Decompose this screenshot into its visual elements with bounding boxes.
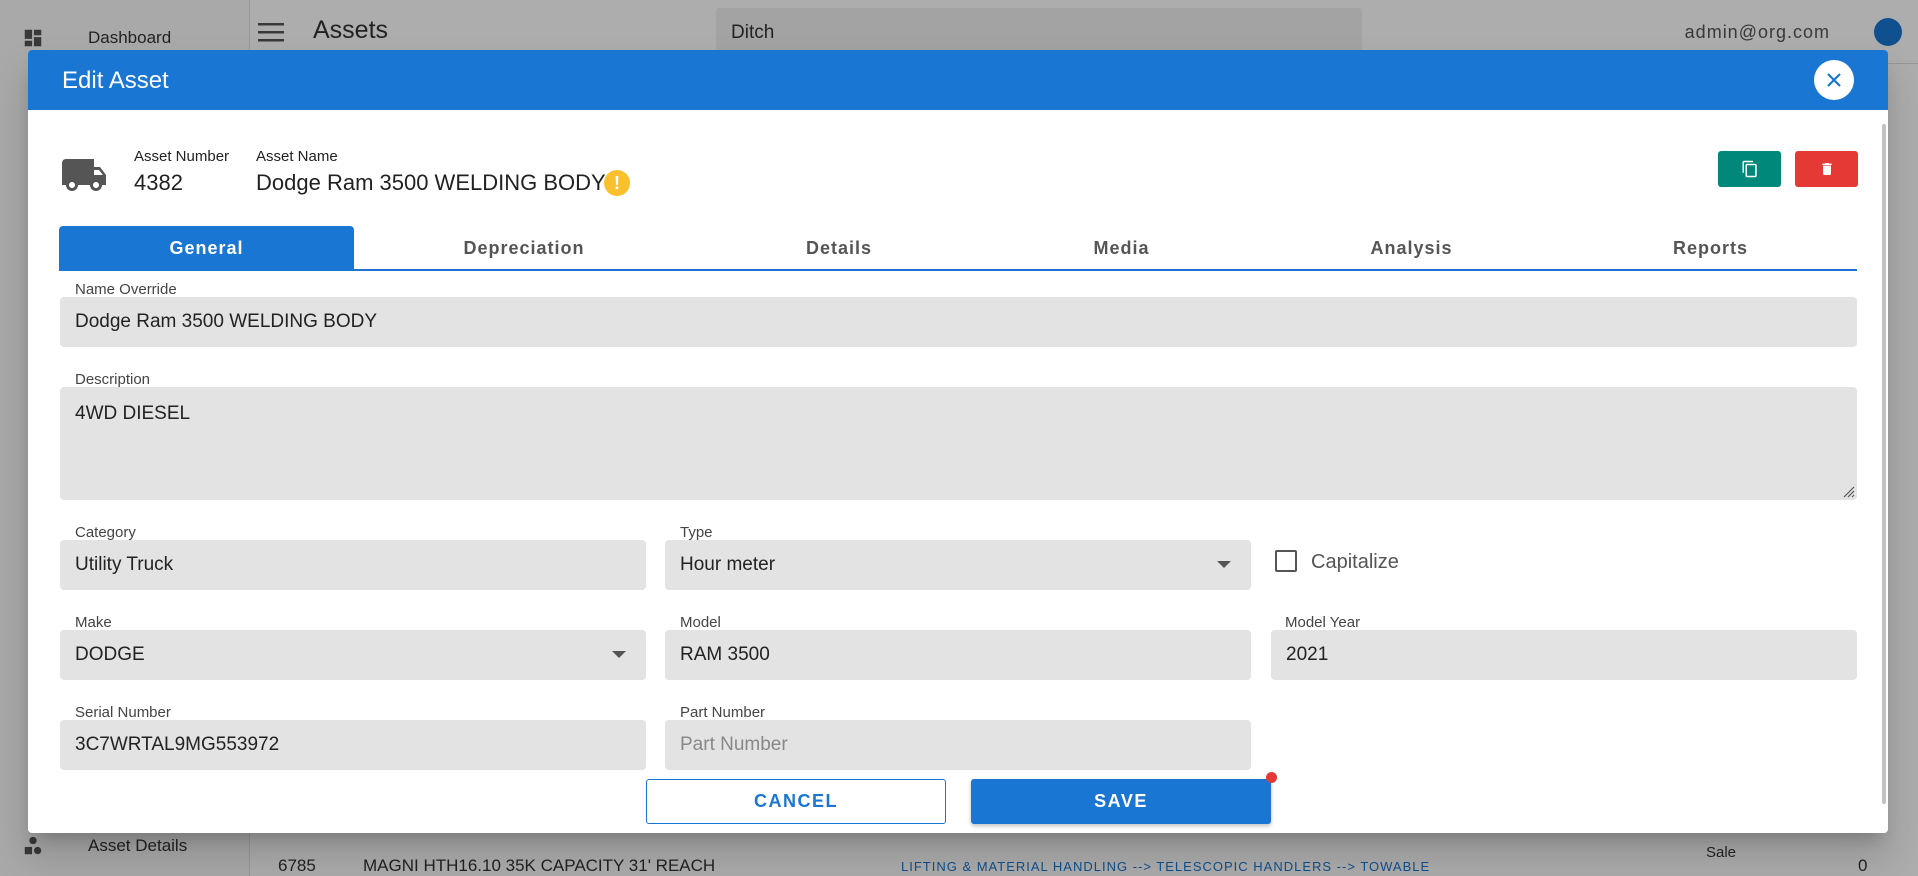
category-label: Category [75, 524, 136, 541]
description-field[interactable]: 4WD DIESEL [60, 387, 1857, 500]
cancel-button[interactable]: CANCEL [646, 779, 946, 824]
type-select[interactable]: Hour meter [665, 540, 1251, 590]
chevron-down-icon [612, 651, 626, 658]
trash-icon [1821, 163, 1832, 175]
asset-name-value: Dodge Ram 3500 WELDING BODY [256, 170, 606, 195]
edit-asset-dialog: Edit Asset Asset Number 4382 Asset Name … [28, 50, 1888, 833]
make-label: Make [75, 614, 112, 631]
chevron-down-icon [1217, 561, 1231, 568]
capitalize-label[interactable]: Capitalize [1311, 551, 1399, 574]
tab-media[interactable]: Media [984, 226, 1259, 270]
model-year-field[interactable]: 2021 [1271, 630, 1857, 680]
capitalize-checkbox[interactable] [1275, 550, 1297, 572]
tab-bar: General Depreciation Details Media Analy… [59, 226, 1857, 271]
model-year-label: Model Year [1285, 614, 1361, 631]
description-value: 4WD DIESEL [75, 403, 191, 424]
dialog-title: Edit Asset [62, 67, 169, 94]
part-number-label: Part Number [680, 704, 766, 721]
name-override-label: Name Override [75, 281, 177, 298]
save-button[interactable]: SAVE [971, 779, 1271, 824]
serial-number-field[interactable]: 3C7WRTAL9MG553972 [60, 720, 646, 770]
tab-general[interactable]: General [59, 226, 354, 270]
type-value: Hour meter [680, 554, 776, 575]
dialog-scrollbar[interactable] [1882, 124, 1886, 804]
delete-button[interactable] [1795, 151, 1858, 187]
resize-handle-icon[interactable] [1841, 484, 1855, 498]
tab-depreciation[interactable]: Depreciation [354, 226, 694, 270]
warning-icon[interactable]: ! [604, 170, 630, 196]
tab-details[interactable]: Details [694, 226, 984, 270]
model-field[interactable]: RAM 3500 [665, 630, 1251, 680]
close-icon [1827, 73, 1841, 87]
serial-number-label: Serial Number [75, 704, 171, 721]
part-number-field[interactable]: Part Number [665, 720, 1251, 770]
copy-button[interactable] [1718, 151, 1781, 187]
asset-number-label: Asset Number [134, 148, 230, 165]
unsaved-indicator-badge [1266, 772, 1277, 783]
dialog-header: Edit Asset [28, 50, 1888, 110]
truck-icon [62, 159, 106, 191]
tab-analysis[interactable]: Analysis [1259, 226, 1564, 270]
asset-name-label: Asset Name [256, 148, 338, 165]
close-button[interactable] [1814, 60, 1854, 100]
tab-reports[interactable]: Reports [1564, 226, 1857, 270]
model-label: Model [680, 614, 721, 631]
make-value: DODGE [75, 644, 145, 665]
copy-icon [1742, 160, 1757, 178]
type-label: Type [680, 524, 713, 541]
description-label: Description [75, 371, 151, 388]
make-select[interactable]: DODGE [60, 630, 646, 680]
category-field[interactable]: Utility Truck [60, 540, 646, 590]
name-override-field[interactable]: Dodge Ram 3500 WELDING BODY [60, 297, 1857, 347]
asset-number-value: 4382 [134, 170, 183, 195]
